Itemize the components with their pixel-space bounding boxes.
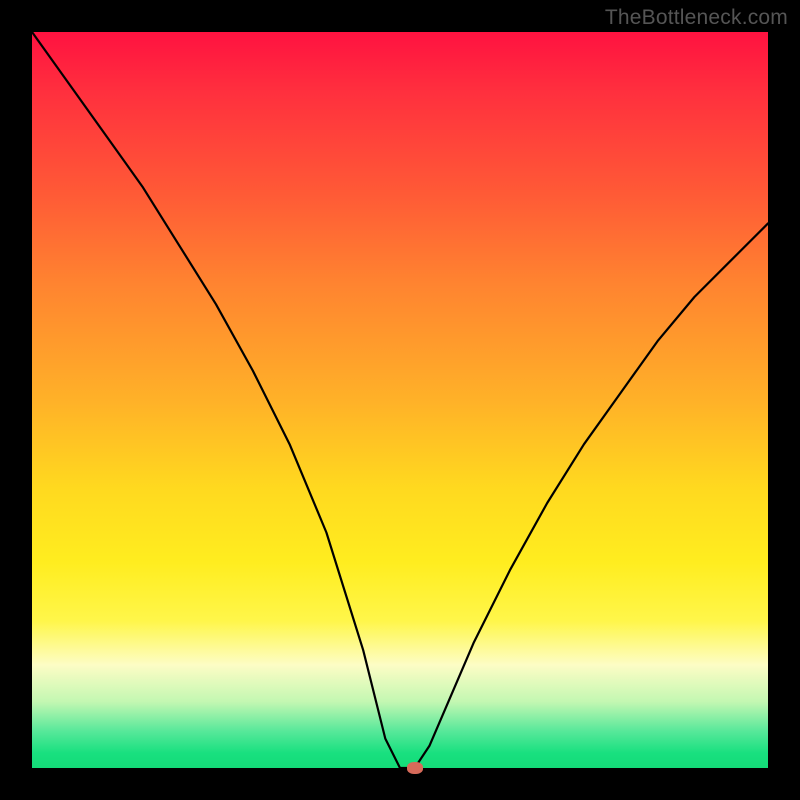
watermark-text: TheBottleneck.com [605,6,788,30]
plot-area [32,32,768,768]
curve-path [32,32,768,768]
bottleneck-curve [32,32,768,768]
chart-frame: TheBottleneck.com [0,0,800,800]
minimum-marker [407,762,423,774]
